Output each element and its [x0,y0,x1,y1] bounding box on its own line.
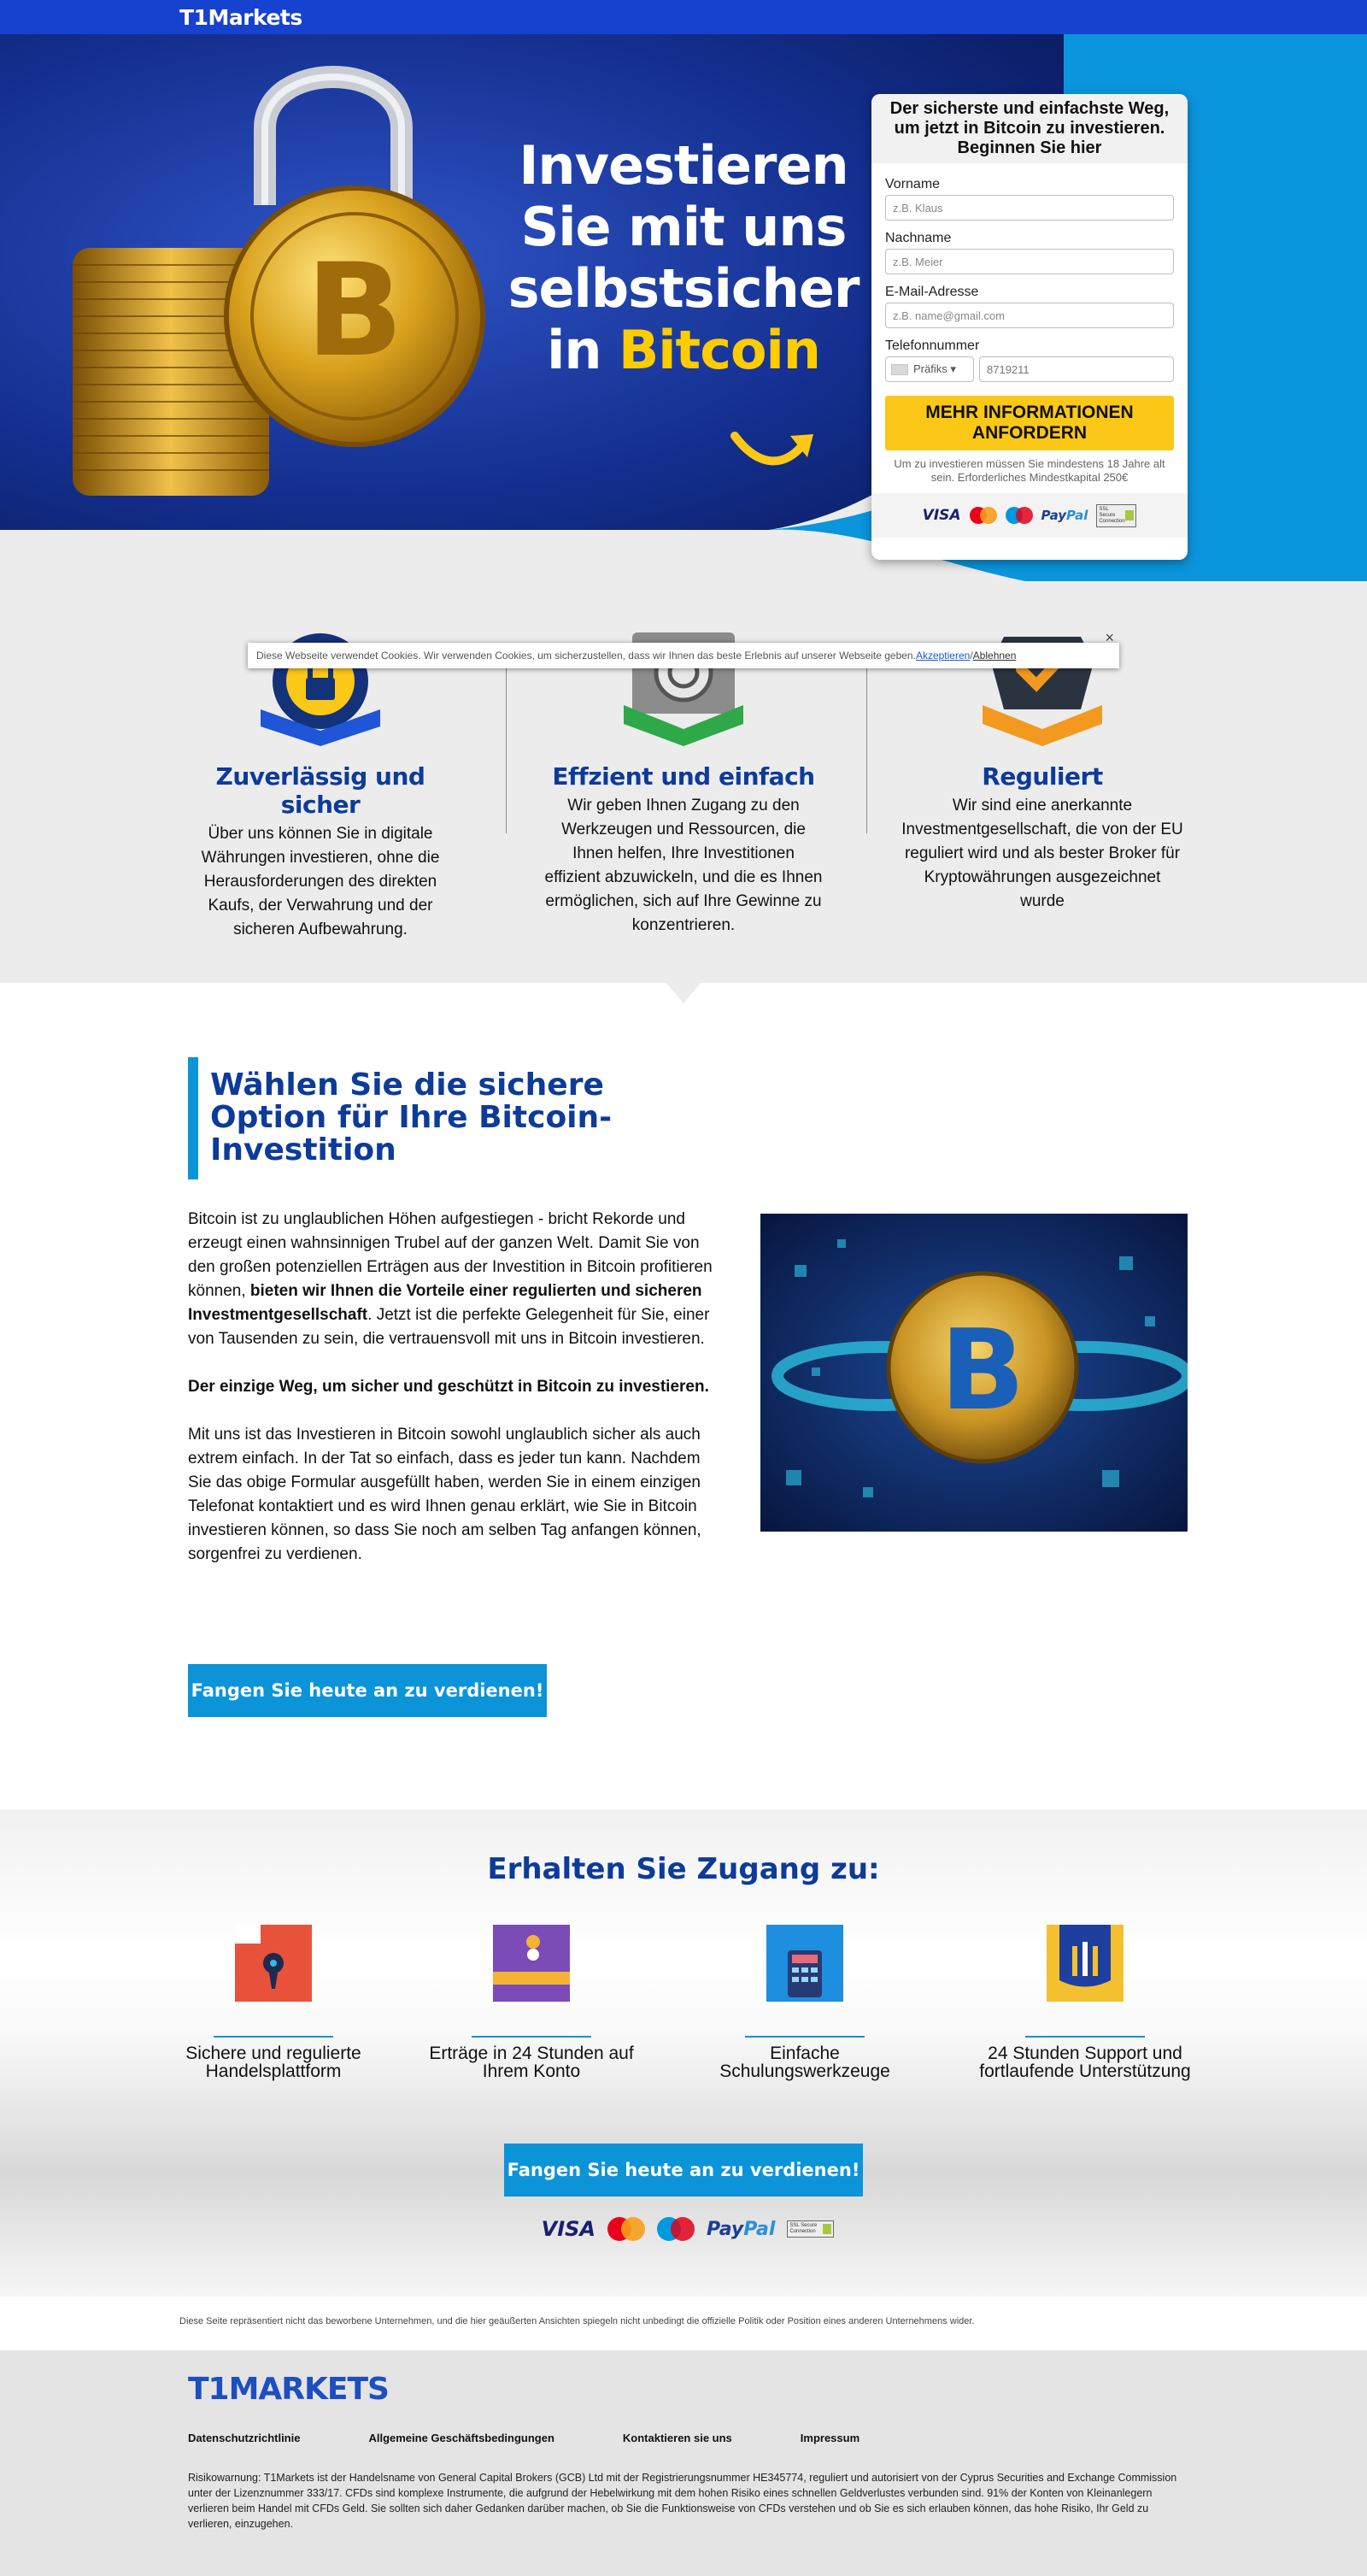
first-name-input[interactable]: z.B. Klaus [885,195,1174,221]
feature-text: Wir sind eine anerkannte Investmentgesel… [901,797,1183,910]
paypal-icon: PayPal [707,2218,776,2240]
content-subheading: Der einzige Weg, um sicher und geschützt… [188,1378,709,1396]
access-label: Sichere und regulierte Handelsplattform [185,2044,361,2081]
feature-text: Über uns können Sie in digitale Währunge… [201,825,440,938]
divider [214,2036,333,2038]
start-earning-button[interactable]: Fangen Sie heute an zu verdienen! [188,1664,547,1717]
feature-title: Reguliert [982,762,1103,791]
first-name-label: Vorname [885,177,941,191]
disclaimer-text: Diese Seite repräsentiert nicht das bewo… [179,2316,975,2326]
divider [506,645,507,833]
last-name-input[interactable]: z.B. Meier [885,249,1174,274]
paypal-icon: PayPal [1041,508,1088,523]
visa-icon: VISA [922,507,961,524]
access-label: Einfache Schulungswerkzeuge [719,2044,890,2081]
divider [1025,2036,1145,2038]
footer: T1MARKETS Datenschutzrichtlinie Allgemei… [0,2350,1367,2576]
hero-headline: Investieren Sie mit uns selbstsicher in … [487,135,880,381]
visa-icon: VISA [541,2217,596,2241]
access-item-education: Einfache Schulungswerkzeuge [694,1920,916,2080]
feature-title: Effzient und einfach [552,762,815,791]
form-heading: Der sicherste und einfachste Weg, um jet… [871,94,1188,163]
phone-label: Telefonnummer [885,338,980,353]
ssl-badge-icon: SSL Secure Connection [787,2220,835,2238]
mastercard-icon [969,507,997,524]
risk-warning: Risikowarnung: T1Markets ist der Handels… [188,2472,1177,2530]
footer-links: Datenschutzrichtlinie Allgemeine Geschäf… [188,2432,928,2444]
access-title: Erhalten Sie Zugang zu: [487,1852,880,1886]
calculator-icon [766,1925,843,2002]
email-input[interactable]: z.B. name@gmail.com [885,303,1174,328]
access-label: Erträge in 24 Stunden auf Ihrem Konto [429,2044,634,2081]
maestro-icon [657,2217,695,2241]
access-item-returns: Erträge in 24 Stunden auf Ihrem Konto [420,1920,642,2080]
support-hand-icon [1047,1925,1124,2002]
ssl-badge-icon: SSL Secure Connection [1096,503,1137,527]
svg-text:B: B [940,1305,1024,1435]
phone-input[interactable]: 8719211 [979,356,1174,382]
phone-prefix-value: Präfiks ▾ [913,362,956,375]
bitcoin-chain-image: B [760,1214,1188,1532]
email-label: E-Mail-Adresse [885,285,979,299]
form-note: Um zu investieren müssen Sie mindestens … [894,457,1165,484]
last-name-label: Nachname [885,231,952,245]
svg-text:B: B [306,237,403,385]
cookie-decline-link[interactable]: Ablehnen [973,650,1017,662]
signup-form: Der sicherste und einfachste Weg, um jet… [871,94,1188,560]
imprint-link[interactable]: Impressum [801,2432,860,2444]
form-payment-logos: VISA PayPal SSL Secure Connection [871,493,1188,538]
terms-link[interactable]: Allgemeine Geschäftsbedingungen [368,2432,554,2444]
access-item-support: 24 Stunden Support und fortlaufende Unte… [974,1920,1196,2080]
brand-logo[interactable]: T1Markets [179,5,302,30]
content-heading: Wählen Sie die sichere Option für Ihre B… [188,1057,666,1179]
maestro-icon [1005,507,1033,524]
access-item-platform: Sichere und regulierte Handelsplattform [162,1920,384,2080]
hero-headline-highlight: Bitcoin [619,319,821,381]
privacy-link[interactable]: Datenschutzrichtlinie [188,2432,300,2444]
cookie-banner: Diese Webseite verwendet Cookies. Wir ve… [248,629,1119,668]
phone-prefix-select[interactable]: Präfiks ▾ [885,356,974,382]
footer-logo: T1MARKETS [188,2372,390,2407]
close-icon[interactable]: × [1105,629,1114,647]
hero-section: B Investieren Sie mit uns selbstsicher i… [0,34,1367,581]
divider [866,645,867,833]
mastercard-icon [607,2217,646,2241]
cookie-accept-link[interactable]: Akzeptieren [916,650,970,662]
feature-title: Zuverlässig und sicher [215,762,425,819]
flag-icon [891,363,908,375]
top-bar: T1Markets [0,0,1367,34]
contact-link[interactable]: Kontaktieren sie uns [623,2432,732,2444]
divider [472,2036,591,2038]
keyhole-icon [235,1925,312,2002]
features-section: Zuverlässig und sicher Über uns können S… [0,581,1367,983]
section-notch [666,983,701,1003]
content-text: Bitcoin ist zu unglaublichen Höhen aufge… [188,1208,718,1591]
feature-text: Wir geben Ihnen Zugang zu den Werkzeugen… [544,797,823,934]
content-paragraph: Mit uns ist das Investieren in Bitcoin s… [188,1426,701,1563]
feature-reliable: Zuverlässig und sicher Über uns können S… [179,628,461,942]
access-label: 24 Stunden Support und fortlaufende Unte… [979,2044,1191,2081]
cookie-text: Diese Webseite verwendet Cookies. Wir ve… [256,650,916,662]
divider [745,2036,865,2038]
feature-regulated: Reguliert Wir sind eine anerkannte Inves… [901,628,1183,914]
payment-logos: VISA PayPal SSL Secure Connection [530,2212,846,2246]
submit-button[interactable]: MEHR INFORMATIONEN ANFORDERN [885,396,1174,450]
start-earning-button-2[interactable]: Fangen Sie heute an zu verdienen! [504,2144,863,2197]
feature-efficient: Effzient und einfach Wir geben Ihnen Zug… [543,628,824,938]
hand-coins-icon [493,1925,570,2002]
